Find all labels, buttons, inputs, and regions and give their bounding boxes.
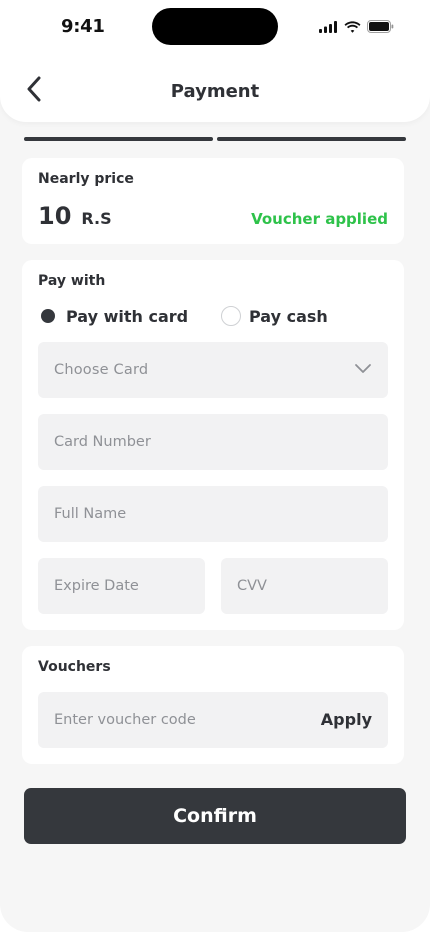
pay-cash-option[interactable]: Pay cash	[221, 306, 328, 326]
status-bar: 9:41	[0, 0, 430, 54]
price-label: Nearly price	[38, 171, 134, 187]
status-icons	[319, 18, 394, 37]
card-number-input[interactable]	[54, 434, 372, 450]
pay-with-card-section: Pay with Pay with card Pay cash Choose C…	[22, 260, 404, 630]
status-time: 9:41	[61, 16, 105, 37]
choose-card-select[interactable]: Choose Card	[38, 342, 388, 398]
vouchers-section: Vouchers Apply	[22, 646, 404, 764]
cellular-signal-icon	[319, 18, 338, 37]
price-currency: R.S	[81, 209, 112, 228]
choose-card-placeholder: Choose Card	[54, 362, 149, 378]
pay-with-card-label: Pay with card	[66, 306, 189, 326]
dynamic-island	[152, 8, 278, 45]
battery-icon	[367, 18, 394, 37]
full-name-input[interactable]	[54, 506, 372, 522]
progress-step-1	[24, 137, 213, 141]
voucher-applied-status: Voucher applied	[251, 210, 388, 228]
expire-date-field[interactable]	[38, 558, 205, 614]
radio-selected-icon[interactable]	[38, 306, 58, 326]
full-name-field[interactable]	[38, 486, 388, 542]
confirm-button[interactable]: Confirm	[24, 788, 406, 844]
pay-with-card-option[interactable]: Pay with card	[38, 306, 188, 326]
card-number-field[interactable]	[38, 414, 388, 470]
page-title: Payment	[170, 81, 260, 102]
cvv-input[interactable]	[237, 578, 372, 594]
pay-with-label: Pay with	[38, 273, 106, 289]
header-panel: 9:41 Payment	[0, 0, 430, 122]
price-value: 10 R.S	[38, 202, 112, 230]
apply-voucher-button[interactable]: Apply	[321, 710, 372, 729]
price-amount: 10	[38, 202, 72, 230]
voucher-code-field[interactable]: Apply	[38, 692, 388, 748]
expire-date-input[interactable]	[54, 578, 189, 594]
voucher-code-input[interactable]	[54, 712, 288, 728]
progress-step-2	[217, 137, 406, 141]
progress-bar	[24, 137, 406, 141]
wifi-icon	[344, 18, 361, 37]
vouchers-label: Vouchers	[38, 659, 111, 675]
nav-header: Payment	[0, 70, 430, 114]
pay-cash-label: Pay cash	[249, 306, 328, 326]
chevron-down-icon	[354, 359, 372, 381]
price-card: Nearly price 10 R.S Voucher applied	[22, 158, 404, 244]
cvv-field[interactable]	[221, 558, 388, 614]
payment-screen: 9:41 Payment Nearly price 10 R.S Voucher…	[0, 0, 430, 932]
radio-unselected-icon[interactable]	[221, 306, 241, 326]
